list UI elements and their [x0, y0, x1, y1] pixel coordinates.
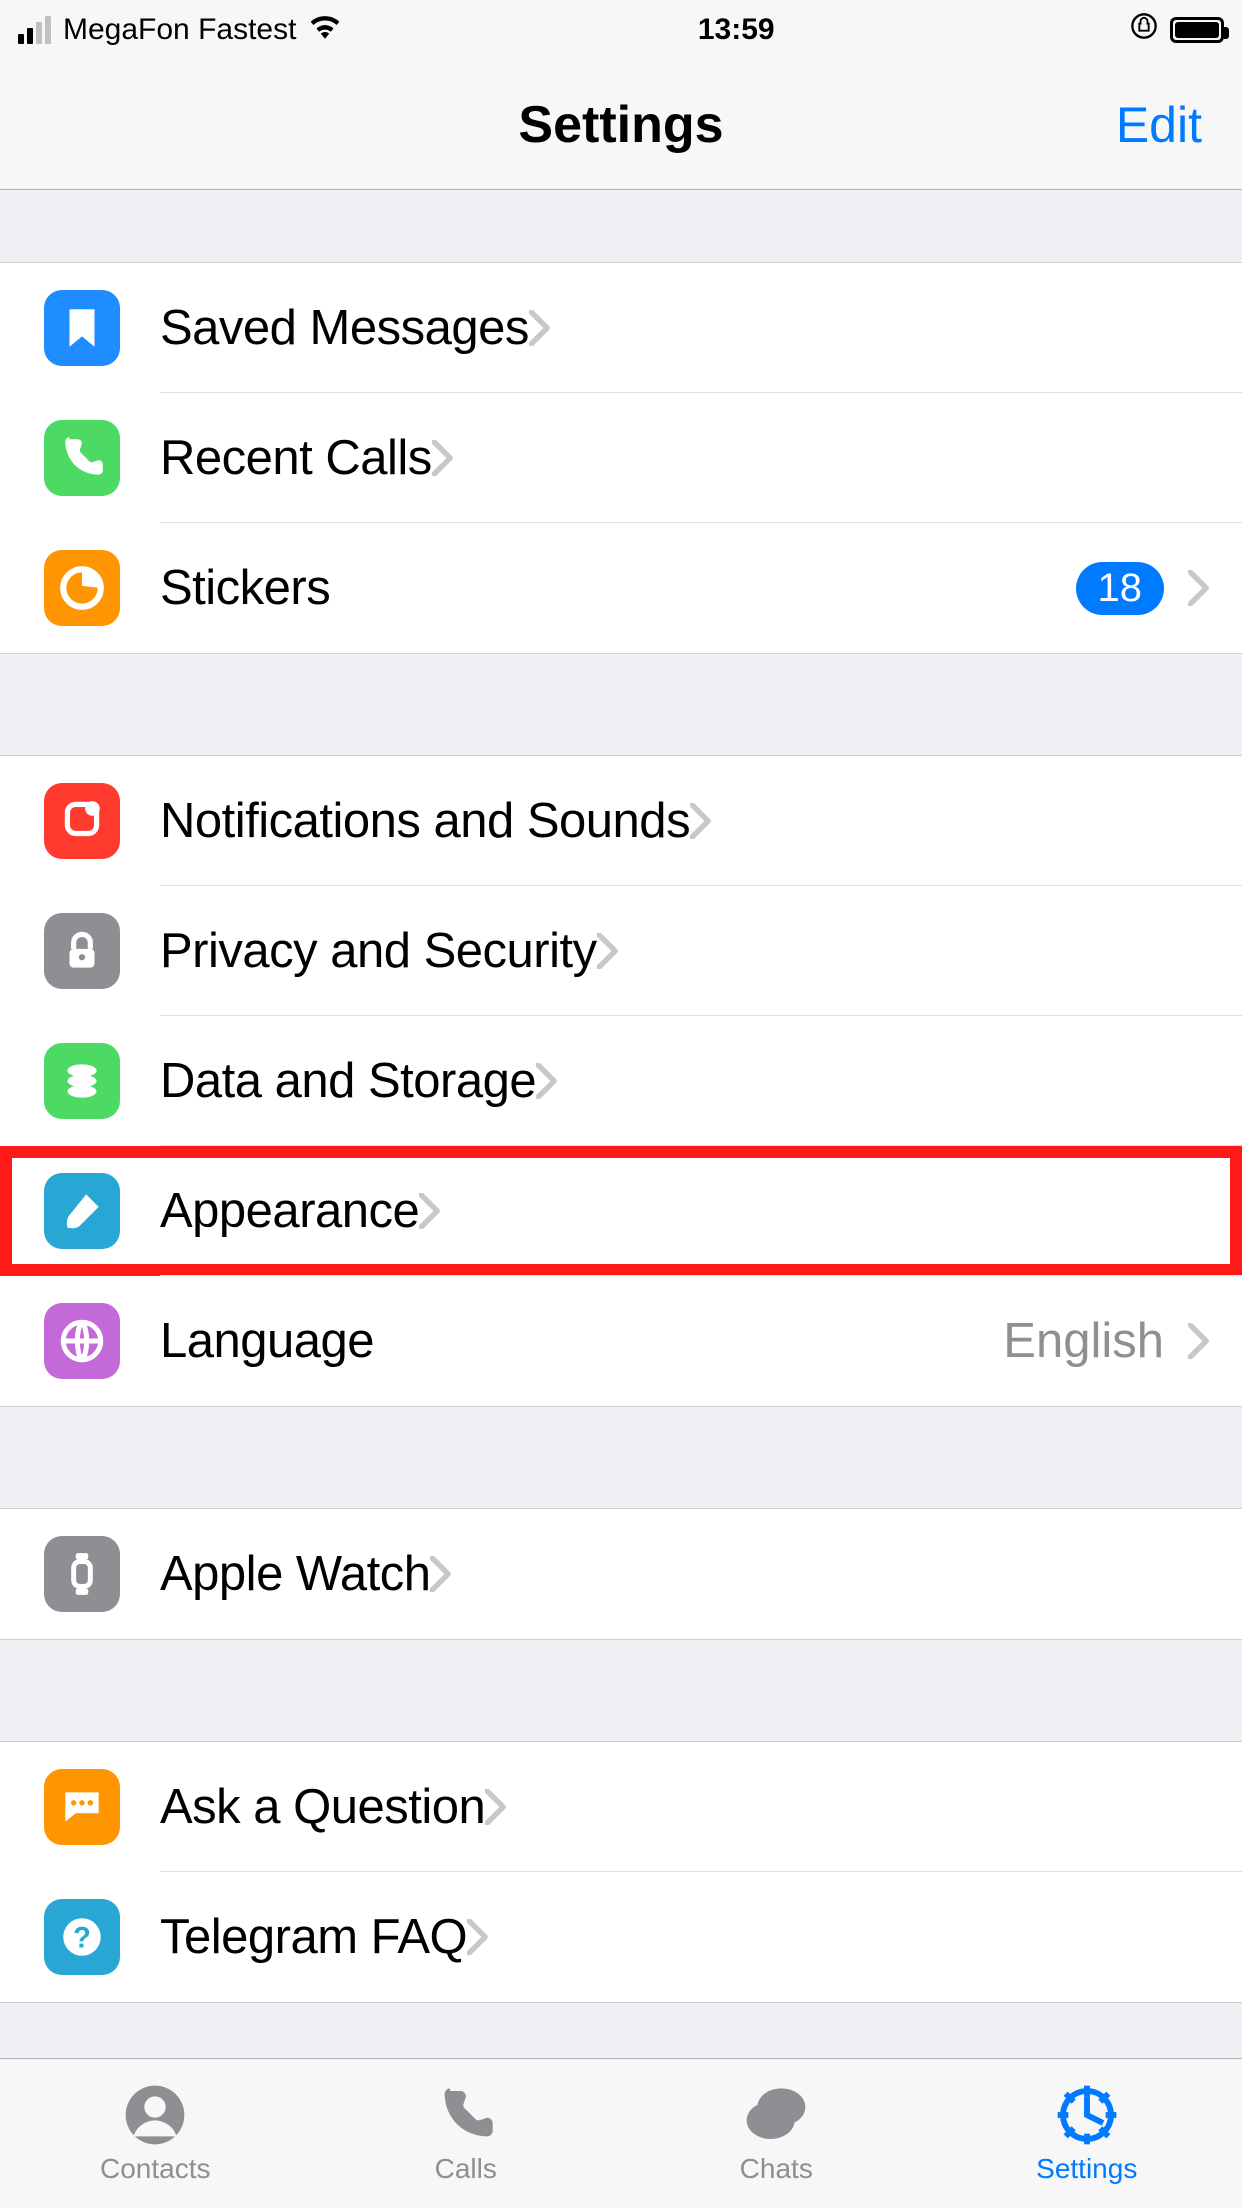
signal-strength-icon	[18, 16, 51, 44]
tab-contacts[interactable]: Contacts	[0, 2059, 311, 2208]
row-label: Ask a Question	[160, 1779, 485, 1835]
carrier-label: MegaFon Fastest	[63, 13, 296, 47]
row-recent-calls[interactable]: Recent Calls	[0, 393, 1242, 523]
row-telegram-faq[interactable]: Telegram FAQ	[0, 1872, 1242, 2002]
tab-settings-icon	[1052, 2083, 1122, 2147]
chevron-right-icon	[529, 310, 551, 346]
row-label: Privacy and Security	[160, 923, 597, 979]
row-apple-watch[interactable]: Apple Watch	[0, 1509, 1242, 1639]
chevron-right-icon	[597, 933, 619, 969]
row-label: Language	[160, 1313, 374, 1369]
row-appearance[interactable]: Appearance	[0, 1146, 1242, 1276]
storage-icon	[44, 1043, 120, 1119]
row-label: Apple Watch	[160, 1546, 430, 1602]
tab-calls[interactable]: Calls	[311, 2059, 622, 2208]
tab-label: Contacts	[100, 2153, 211, 2185]
watch-icon	[44, 1536, 120, 1612]
row-label: Stickers	[160, 560, 330, 616]
nav-bar: Settings Edit	[0, 60, 1242, 190]
chevron-right-icon	[430, 1556, 452, 1592]
bell-icon	[44, 783, 120, 859]
chevron-right-icon	[1188, 570, 1210, 606]
row-saved-messages[interactable]: Saved Messages	[0, 263, 1242, 393]
chevron-right-icon	[1188, 1323, 1210, 1359]
row-stickers[interactable]: Stickers 18	[0, 523, 1242, 653]
lock-icon	[44, 913, 120, 989]
row-label: Data and Storage	[160, 1053, 536, 1109]
tab-bar: Contacts Calls Chats Settings	[0, 2058, 1242, 2208]
tab-label: Chats	[740, 2153, 813, 2185]
wifi-icon	[308, 13, 342, 47]
row-notifications[interactable]: Notifications and Sounds	[0, 756, 1242, 886]
row-detail: English	[1003, 1313, 1164, 1369]
row-label: Saved Messages	[160, 300, 529, 356]
chevron-right-icon	[432, 440, 454, 476]
chat-icon	[44, 1769, 120, 1845]
settings-list[interactable]: Saved Messages Recent Calls Stickers 18 Noti…	[0, 190, 1242, 2058]
chevron-right-icon	[485, 1789, 507, 1825]
tab-chats[interactable]: Chats	[621, 2059, 932, 2208]
badge: 18	[1076, 562, 1165, 615]
help-icon	[44, 1899, 120, 1975]
tab-label: Calls	[435, 2153, 497, 2185]
edit-button[interactable]: Edit	[1116, 96, 1202, 154]
tab-calls-icon	[431, 2083, 501, 2147]
row-label: Appearance	[160, 1183, 419, 1239]
row-label: Telegram FAQ	[160, 1909, 467, 1965]
brush-icon	[44, 1173, 120, 1249]
chevron-right-icon	[690, 803, 712, 839]
chevron-right-icon	[467, 1919, 489, 1955]
status-bar: MegaFon Fastest 13:59	[0, 0, 1242, 60]
sticker-icon	[44, 550, 120, 626]
tab-label: Settings	[1036, 2153, 1137, 2185]
globe-icon	[44, 1303, 120, 1379]
clock: 13:59	[698, 13, 775, 47]
row-label: Recent Calls	[160, 430, 432, 486]
row-language[interactable]: Language English	[0, 1276, 1242, 1406]
tab-chats-icon	[741, 2083, 811, 2147]
row-data-storage[interactable]: Data and Storage	[0, 1016, 1242, 1146]
row-privacy[interactable]: Privacy and Security	[0, 886, 1242, 1016]
row-ask-question[interactable]: Ask a Question	[0, 1742, 1242, 1872]
bookmark-icon	[44, 290, 120, 366]
tab-contacts-icon	[120, 2083, 190, 2147]
page-title: Settings	[518, 95, 723, 155]
chevron-right-icon	[536, 1063, 558, 1099]
orientation-lock-icon	[1130, 12, 1158, 48]
tab-settings[interactable]: Settings	[932, 2059, 1242, 2208]
battery-icon	[1170, 17, 1224, 43]
chevron-right-icon	[419, 1193, 441, 1229]
row-label: Notifications and Sounds	[160, 793, 690, 849]
phone-icon	[44, 420, 120, 496]
